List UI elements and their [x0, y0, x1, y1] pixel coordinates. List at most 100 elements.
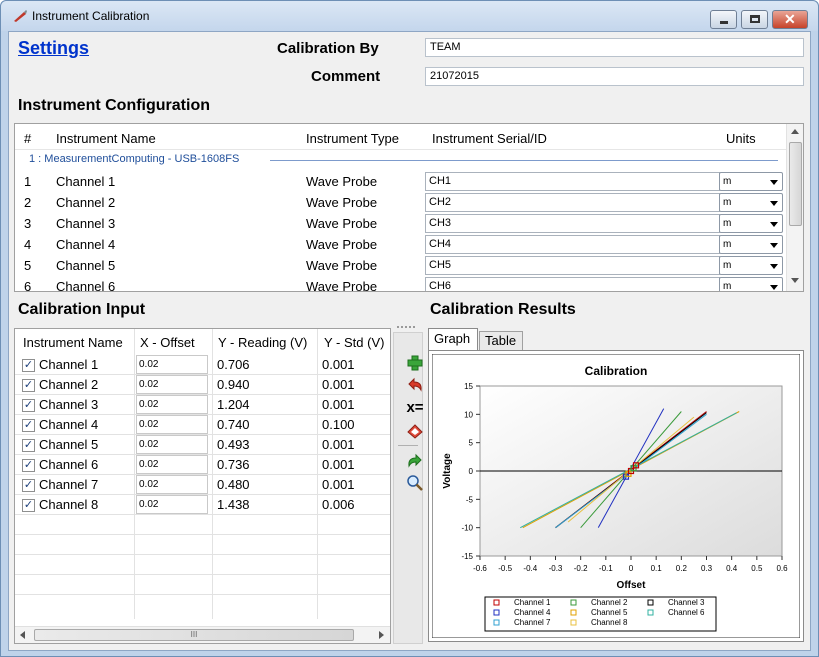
- add-point-button[interactable]: [406, 354, 424, 372]
- row-num: 4: [24, 237, 32, 252]
- scroll-thumb[interactable]: [789, 142, 802, 226]
- row-instrument-type: Wave Probe: [306, 174, 378, 189]
- scroll-down-icon[interactable]: [791, 278, 799, 283]
- dropdown-arrow-icon: [770, 222, 778, 227]
- input-channel-name: Channel 7: [39, 477, 99, 492]
- graph-panel: Calibration -0.6 -0.5 -0.4 -0.3 -0.2 -0.1 0 0.1…: [428, 350, 804, 642]
- redo-button[interactable]: [406, 452, 424, 470]
- config-vertical-scrollbar[interactable]: [786, 124, 803, 291]
- x-offset-field[interactable]: 0.02: [136, 395, 208, 414]
- col-header-y-std[interactable]: Y - Std (V): [324, 335, 384, 350]
- close-button[interactable]: ✕: [772, 10, 808, 29]
- maximize-button[interactable]: [741, 10, 768, 29]
- row-divider: [15, 414, 390, 415]
- col-header-instrument-name[interactable]: Instrument Name: [56, 131, 156, 146]
- serial-field[interactable]: CH3: [425, 214, 720, 233]
- channel-checkbox[interactable]: ✓: [22, 499, 35, 512]
- units-dropdown[interactable]: m: [719, 172, 783, 191]
- title-bar[interactable]: Instrument Calibration ✕: [1, 1, 818, 31]
- scroll-left-icon[interactable]: [20, 631, 25, 639]
- col-header-num[interactable]: #: [24, 131, 31, 146]
- row-num: 1: [24, 174, 32, 189]
- group-row[interactable]: 1 : MeasurementComputing - USB-1608FS: [29, 153, 239, 165]
- zoom-button[interactable]: [406, 474, 424, 492]
- dropdown-arrow-icon: [770, 264, 778, 269]
- tab-graph[interactable]: Graph: [428, 328, 478, 350]
- comment-field[interactable]: 21072015: [425, 67, 804, 86]
- dropdown-arrow-icon: [770, 201, 778, 206]
- y-reading-value: 0.940: [217, 377, 250, 392]
- row-instrument-type: Wave Probe: [306, 216, 378, 231]
- channel-checkbox[interactable]: ✓: [22, 399, 35, 412]
- row-divider: [15, 574, 390, 575]
- legend-label: Channel 6: [668, 608, 705, 617]
- scroll-right-icon[interactable]: [379, 631, 384, 639]
- row-num: 6: [24, 279, 32, 292]
- row-instrument-name: Channel 6: [56, 279, 116, 292]
- remove-point-button[interactable]: [406, 376, 424, 394]
- x-offset-field[interactable]: 0.02: [136, 495, 208, 514]
- input-horizontal-scrollbar[interactable]: III: [15, 626, 390, 643]
- x-tick-label: 0.5: [751, 564, 763, 573]
- clear-button[interactable]: [406, 422, 424, 440]
- units-dropdown[interactable]: m: [719, 193, 783, 212]
- calibration-chart[interactable]: Calibration -0.6 -0.5 -0.4 -0.3 -0.2 -0.1 0 0.1…: [432, 354, 800, 638]
- units-value: m: [723, 197, 732, 208]
- units-dropdown[interactable]: m: [719, 256, 783, 275]
- serial-field[interactable]: CH1: [425, 172, 720, 191]
- x-offset-field[interactable]: 0.02: [136, 355, 208, 374]
- input-channel-name: Channel 1: [39, 357, 99, 372]
- x-offset-field[interactable]: 0.02: [136, 455, 208, 474]
- legend-label: Channel 4: [514, 608, 551, 617]
- col-header-units[interactable]: Units: [726, 131, 756, 146]
- channel-checkbox[interactable]: ✓: [22, 379, 35, 392]
- y-tick-label: 0: [469, 467, 474, 476]
- tab-table[interactable]: Table: [479, 331, 523, 350]
- x-tick-label: 0.1: [651, 564, 663, 573]
- units-dropdown[interactable]: m: [719, 277, 783, 291]
- serial-field[interactable]: CH6: [425, 277, 720, 291]
- col-header-instrument-type[interactable]: Instrument Type: [306, 131, 399, 146]
- row-divider: [15, 374, 390, 375]
- channel-checkbox[interactable]: ✓: [22, 419, 35, 432]
- units-dropdown[interactable]: m: [719, 235, 783, 254]
- x-tick-label: 0: [629, 564, 634, 573]
- x-tick-label: 0.6: [776, 564, 788, 573]
- x-equals-button[interactable]: x=: [406, 399, 424, 417]
- row-instrument-type: Wave Probe: [306, 237, 378, 252]
- channel-checkbox[interactable]: ✓: [22, 459, 35, 472]
- x-offset-field[interactable]: 0.02: [136, 475, 208, 494]
- calibration-by-field[interactable]: TEAM: [425, 38, 804, 57]
- serial-field[interactable]: CH5: [425, 256, 720, 275]
- x-tick-label: 0.4: [726, 564, 738, 573]
- close-icon: ✕: [784, 11, 796, 27]
- serial-field[interactable]: CH2: [425, 193, 720, 212]
- channel-checkbox[interactable]: ✓: [22, 479, 35, 492]
- settings-link[interactable]: Settings: [18, 38, 89, 59]
- x-offset-field[interactable]: 0.02: [136, 415, 208, 434]
- add-icon: [407, 355, 423, 371]
- x-offset-field[interactable]: 0.02: [136, 435, 208, 454]
- units-value: m: [723, 239, 732, 250]
- row-divider: [15, 474, 390, 475]
- legend-label: Channel 3: [668, 598, 705, 607]
- row-instrument-type: Wave Probe: [306, 279, 378, 292]
- channel-checkbox[interactable]: ✓: [22, 439, 35, 452]
- col-header-x-offset[interactable]: X - Offset: [140, 335, 195, 350]
- maximize-icon: [750, 15, 760, 23]
- y-std-value: 0.006: [322, 497, 355, 512]
- scroll-up-icon[interactable]: [791, 129, 799, 134]
- y-std-value: 0.001: [322, 357, 355, 372]
- x-tick-label: -0.4: [523, 564, 537, 573]
- serial-field[interactable]: CH4: [425, 235, 720, 254]
- horizontal-scroll-thumb[interactable]: III: [34, 629, 354, 641]
- channel-checkbox[interactable]: ✓: [22, 359, 35, 372]
- row-instrument-name: Channel 4: [56, 237, 116, 252]
- col-header-serial[interactable]: Instrument Serial/ID: [432, 131, 547, 146]
- minimize-button[interactable]: [710, 10, 737, 29]
- col-header-y-reading[interactable]: Y - Reading (V): [218, 335, 307, 350]
- units-dropdown[interactable]: m: [719, 214, 783, 233]
- x-offset-field[interactable]: 0.02: [136, 375, 208, 394]
- units-value: m: [723, 176, 732, 187]
- col-header-instrument-name[interactable]: Instrument Name: [23, 335, 123, 350]
